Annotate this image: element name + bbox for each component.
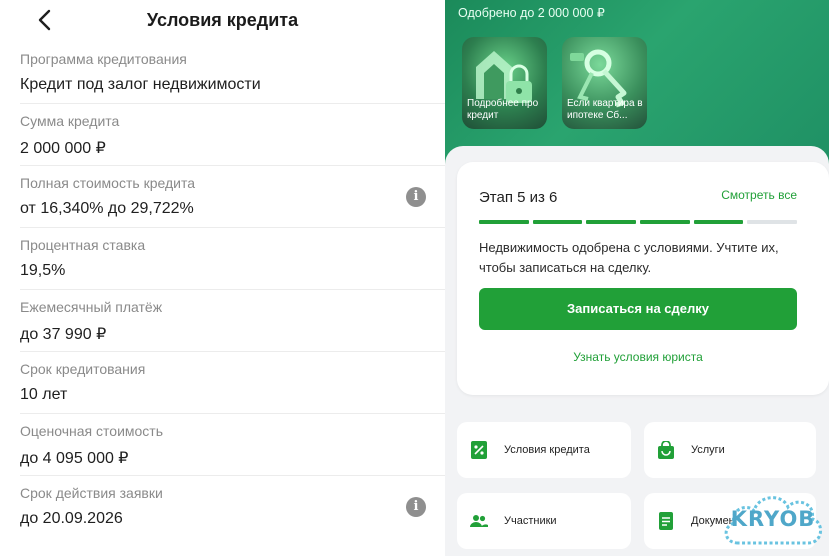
header: Условия кредита — [0, 0, 445, 42]
page-title: Условия кредита — [0, 10, 445, 31]
progress-segment — [586, 220, 637, 224]
info-icon[interactable]: i — [406, 187, 426, 207]
book-deal-button[interactable]: Записаться на сделку — [479, 288, 797, 330]
field-value: 19,5% — [20, 262, 66, 279]
field-label: Ежемесячный платёж — [20, 299, 163, 315]
field-full-cost: Полная стоимость кредита от 16,340% до 2… — [20, 166, 445, 228]
document-percent-icon — [471, 441, 487, 459]
field-label: Процентная ставка — [20, 237, 146, 253]
progress-segment — [747, 220, 798, 224]
field-value: 2 000 000 ₽ — [20, 140, 106, 157]
loan-conditions-pane: Условия кредита Программа кредитования К… — [0, 0, 445, 556]
field-value: от 16,340% до 29,722% — [20, 200, 194, 217]
field-appraised-value: Оценочная стоимость до 4 095 000 ₽ — [20, 414, 445, 476]
tile-label: Услуги — [691, 444, 725, 456]
progress-segment — [640, 220, 690, 224]
people-icon — [470, 515, 488, 527]
field-label: Срок кредитования — [20, 361, 146, 377]
field-value: до 37 990 ₽ — [20, 326, 107, 343]
progress-segment — [693, 220, 744, 224]
story-card-details[interactable]: Подробнее про кредит — [462, 37, 547, 129]
story-caption: Подробнее про кредит — [467, 98, 539, 121]
info-icon[interactable]: i — [406, 497, 426, 517]
story-card-mortgage[interactable]: Если квартира в ипотеке Сб... — [562, 37, 647, 129]
field-interest-rate: Процентная ставка 19,5% — [20, 228, 445, 290]
tile-loan-conditions[interactable]: Условия кредита — [457, 422, 631, 478]
shopping-bag-icon — [658, 441, 674, 459]
field-label: Срок действия заявки — [20, 485, 163, 501]
deal-overview-pane: Одобрено до 2 000 000 ₽ Подробнее про кр… — [445, 0, 829, 556]
field-label: Полная стоимость кредита — [20, 175, 195, 191]
field-value: до 4 095 000 ₽ — [20, 450, 129, 467]
progress-segment — [479, 220, 529, 224]
page-title-text: Условия кредита — [146, 10, 299, 30]
field-label: Оценочная стоимость — [20, 423, 164, 439]
field-term: Срок кредитования 10 лет — [20, 352, 445, 414]
tile-label: Условия кредита — [504, 444, 590, 456]
stage-card: Этап 5 из 6 Смотреть все Недвижимость од… — [457, 162, 829, 395]
stage-description: Недвижимость одобрена с условиями. Учтит… — [479, 240, 779, 275]
field-value: до 20.09.2026 — [20, 510, 123, 527]
field-label: Программа кредитования — [20, 51, 187, 67]
watermark-logo: KRYOB — [720, 487, 826, 551]
see-all-link[interactable]: Смотреть все — [721, 188, 797, 202]
tile-participants[interactable]: Участники — [457, 493, 631, 549]
stage-label: Этап 5 из 6 — [479, 189, 558, 206]
lawyer-conditions-link[interactable]: Узнать условия юриста — [479, 350, 797, 364]
progress-segment — [532, 220, 583, 224]
field-label: Сумма кредита — [20, 113, 120, 129]
approved-amount: Одобрено до 2 000 000 ₽ — [458, 6, 605, 20]
story-caption: Если квартира в ипотеке Сб... — [567, 98, 643, 121]
field-monthly-payment: Ежемесячный платёж до 37 990 ₽ — [20, 290, 445, 352]
tile-label: Участники — [504, 515, 557, 527]
field-value: Кредит под залог недвижимости — [20, 76, 261, 93]
field-value: 10 лет — [20, 386, 68, 403]
document-icon — [659, 512, 673, 530]
tile-services[interactable]: Услуги — [644, 422, 816, 478]
watermark-text: KRYOB — [730, 507, 816, 531]
approval-banner: Одобрено до 2 000 000 ₽ Подробнее про кр… — [445, 0, 829, 170]
field-program: Программа кредитования Кредит под залог … — [20, 42, 445, 104]
stage-progress — [479, 220, 798, 224]
field-amount: Сумма кредита 2 000 000 ₽ — [20, 104, 445, 166]
field-application-validity: Срок действия заявки до 20.09.2026 i — [20, 476, 445, 538]
